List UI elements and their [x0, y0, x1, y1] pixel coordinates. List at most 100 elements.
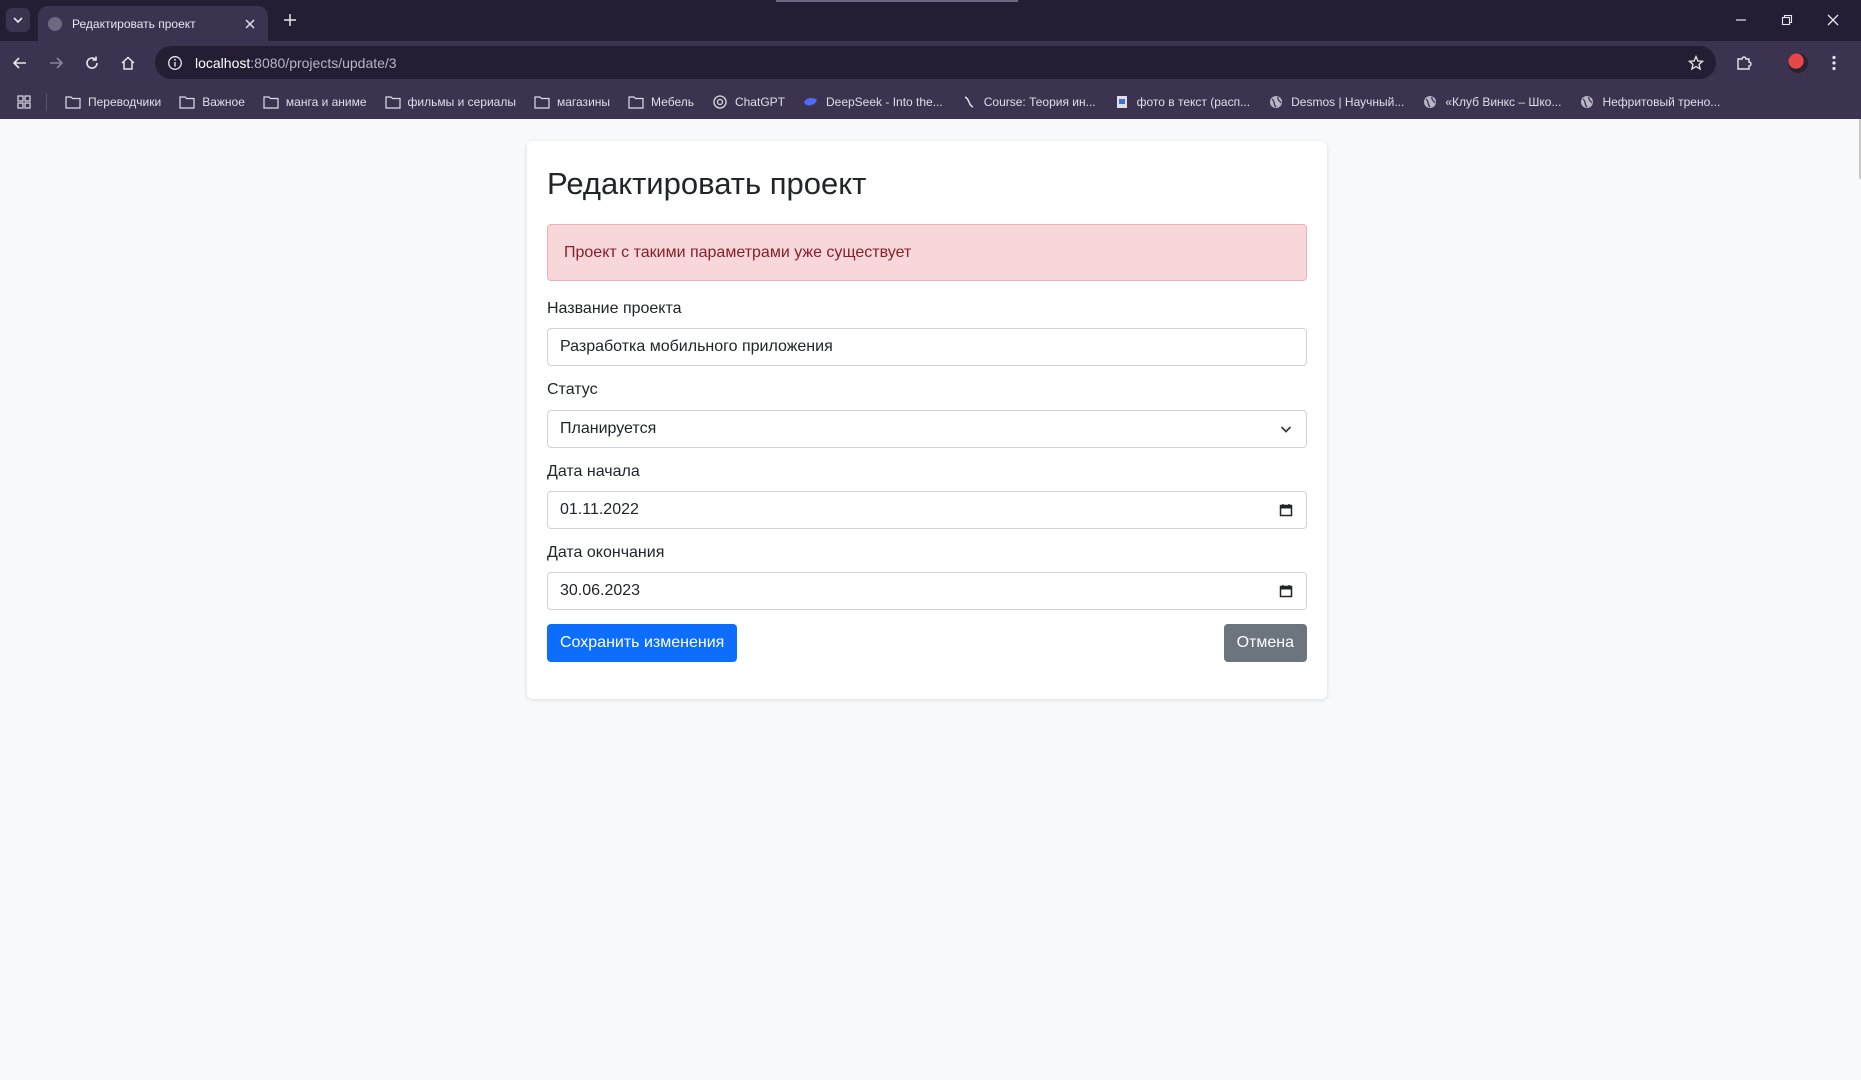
calendar-icon[interactable] — [1278, 502, 1294, 518]
bookmarks-bar: Переводчики Важное манга и аниме фильмы … — [0, 84, 1861, 119]
folder-icon — [263, 94, 279, 110]
status-group: Статус Планируется — [547, 380, 1307, 448]
back-button[interactable] — [6, 49, 34, 77]
course-icon — [961, 94, 977, 110]
bookmark-label: манга и аниме — [285, 94, 367, 109]
minimize-button[interactable] — [1726, 6, 1756, 34]
end-date-value: 30.06.2023 — [560, 581, 641, 599]
site-icon — [1114, 94, 1130, 110]
bookmark-label: Важное — [202, 94, 245, 109]
reload-button[interactable] — [78, 49, 106, 77]
page-title: Редактировать проект — [547, 166, 867, 201]
bookmark-folder[interactable]: фильмы и сериалы — [377, 89, 524, 115]
start-date-input[interactable]: 01.11.2022 — [547, 490, 1307, 529]
profile-button[interactable] — [1784, 49, 1812, 77]
avatar — [1788, 53, 1808, 73]
forward-button[interactable] — [42, 49, 70, 77]
apps-button[interactable] — [14, 92, 34, 112]
minimize-icon — [1736, 19, 1746, 21]
edit-project-card: Редактировать проект Проект с такими пар… — [527, 141, 1327, 699]
globe-icon — [1268, 94, 1284, 110]
bookmark-link[interactable]: DeepSeek - Into the... — [795, 89, 951, 115]
project-name-group: Название проекта Разработка мобильного п… — [547, 299, 1307, 367]
globe-icon — [1422, 94, 1438, 110]
folder-icon — [384, 94, 401, 110]
bookmark-link[interactable]: ChatGPT — [704, 89, 793, 115]
folder-icon — [65, 94, 81, 110]
project-name-value: Разработка мобильного приложения — [560, 338, 833, 356]
bookmark-link[interactable]: «Клуб Винкс – Шко... — [1414, 89, 1569, 115]
bookmark-link[interactable]: Нефритовый трено... — [1571, 89, 1728, 115]
globe-icon — [48, 16, 62, 31]
save-button[interactable]: Сохранить изменения — [547, 623, 738, 662]
cancel-button[interactable]: Отмена — [1223, 623, 1307, 662]
window-drag-indicator — [776, 0, 1018, 2]
calendar-icon[interactable] — [1278, 583, 1294, 599]
address-bar[interactable]: localhost:8080/projects/update/3 — [155, 46, 1716, 79]
start-date-label: Дата начала — [547, 462, 640, 480]
deepseek-icon — [803, 94, 819, 110]
close-window-button[interactable] — [1818, 6, 1848, 34]
bookmark-folder[interactable]: манга и аниме — [255, 89, 375, 115]
form-actions: Сохранить изменения Отмена — [547, 623, 1307, 662]
project-name-input[interactable]: Разработка мобильного приложения — [547, 328, 1307, 367]
chevron-down-icon — [1278, 421, 1294, 437]
extensions-button[interactable] — [1730, 49, 1758, 77]
bookmark-label: Desmos | Научный... — [1291, 94, 1405, 109]
bookmark-link[interactable]: Desmos | Научный... — [1260, 89, 1412, 115]
folder-icon — [534, 94, 550, 110]
url-text[interactable]: localhost:8080/projects/update/3 — [195, 55, 1688, 71]
folder-icon — [179, 94, 195, 110]
bookmark-folder[interactable]: магазины — [526, 89, 618, 115]
close-icon — [245, 19, 255, 28]
bookmark-label: магазины — [556, 94, 611, 109]
new-tab-button[interactable] — [278, 8, 302, 32]
apps-grid-icon — [17, 94, 31, 109]
home-button[interactable] — [114, 49, 142, 77]
bookmark-label: DeepSeek - Into the... — [825, 94, 943, 109]
bookmark-label: фото в текст (расп... — [1136, 94, 1251, 109]
active-tab[interactable]: Редактировать проект — [38, 6, 268, 41]
bookmark-folder[interactable]: Переводчики — [57, 89, 169, 115]
url-host: localhost — [195, 54, 251, 71]
bookmark-folder[interactable]: Мебель — [620, 89, 702, 115]
browser-toolbar: localhost:8080/projects/update/3 — [0, 41, 1861, 84]
bookmark-label: Переводчики — [88, 94, 162, 109]
start-date-value: 01.11.2022 — [560, 500, 639, 518]
start-date-group: Дата начала 01.11.2022 — [547, 462, 1307, 529]
bookmark-folder[interactable]: Важное — [171, 89, 253, 115]
home-icon — [121, 56, 135, 70]
folder-icon — [628, 94, 644, 110]
plus-icon — [284, 14, 296, 26]
bookmark-label: ChatGPT — [734, 94, 785, 109]
error-alert: Проект с такими параметрами уже существу… — [547, 224, 1307, 282]
more-vertical-icon — [1832, 55, 1836, 71]
puzzle-icon — [1737, 56, 1752, 70]
globe-icon — [1579, 94, 1595, 110]
close-tab-button[interactable] — [242, 16, 258, 32]
tab-title: Редактировать проект — [72, 16, 196, 31]
bookmark-link[interactable]: фото в текст (расп... — [1106, 89, 1258, 115]
restore-icon — [1781, 14, 1793, 26]
reload-icon — [86, 56, 98, 69]
restore-button[interactable] — [1772, 6, 1802, 34]
chevron-down-icon — [13, 17, 23, 24]
chatgpt-icon — [712, 94, 728, 110]
bookmarks-separator — [46, 92, 47, 111]
bookmark-label: «Клуб Винкс – Шко... — [1445, 94, 1562, 109]
arrow-right-icon — [50, 57, 64, 69]
star-icon[interactable] — [1688, 54, 1704, 71]
end-date-label: Дата окончания — [547, 543, 665, 561]
bookmark-link[interactable]: Course: Теория ин... — [953, 89, 1104, 115]
tab-search-button[interactable] — [6, 8, 30, 32]
bookmark-label: Мебель — [651, 94, 694, 109]
project-name-label: Название проекта — [547, 300, 682, 318]
bookmark-label: Нефритовый трено... — [1602, 94, 1721, 109]
site-info-icon[interactable] — [167, 55, 183, 71]
status-select[interactable]: Планируется — [547, 409, 1307, 448]
browser-titlebar: Редактировать проект — [0, 0, 1861, 41]
browser-menu-button[interactable] — [1820, 49, 1848, 77]
end-date-input[interactable]: 30.06.2023 — [547, 571, 1307, 610]
status-selected-value: Планируется — [560, 419, 657, 437]
close-icon — [1827, 14, 1839, 26]
